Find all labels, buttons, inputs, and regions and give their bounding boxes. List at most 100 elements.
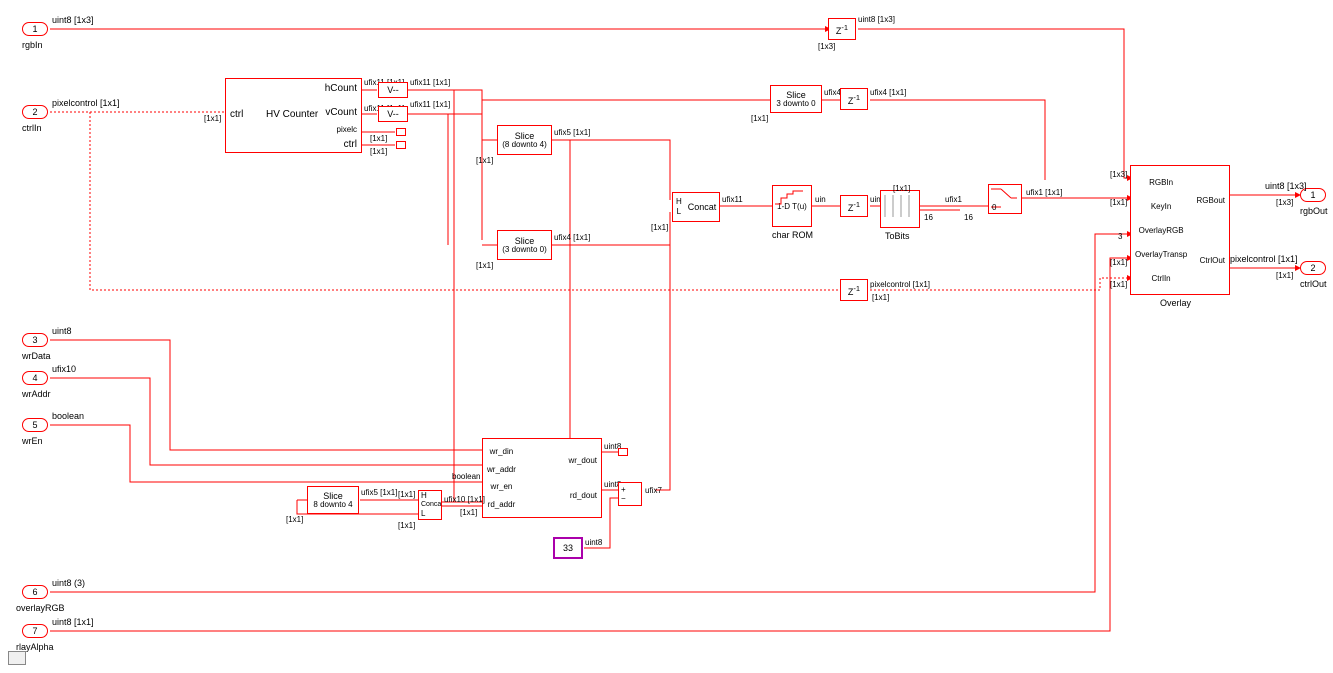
port-label: wrEn bbox=[22, 436, 43, 446]
concat-h: H bbox=[421, 491, 427, 501]
tobits-icon bbox=[881, 191, 917, 221]
delay-text: Z-1 bbox=[848, 284, 860, 297]
sig-label: ufix1 bbox=[945, 195, 962, 204]
sig-label: [1x1] bbox=[1110, 258, 1127, 267]
terminator-2 bbox=[396, 141, 406, 149]
port-label: wrAddr bbox=[22, 389, 51, 399]
sig-label: ufix5 [1x1] bbox=[554, 128, 590, 137]
dim-label: [1x1] bbox=[872, 293, 889, 302]
port-overlayrgb[interactable]: 6 bbox=[22, 585, 48, 599]
sig-label: uint8 bbox=[585, 538, 602, 547]
port-label: rgbOut bbox=[1300, 206, 1328, 216]
sig-label: ufix10 [1x1] bbox=[444, 495, 485, 504]
sig-label: ufix7 bbox=[645, 486, 662, 495]
port-overlayalpha[interactable]: 7 bbox=[22, 624, 48, 638]
terminator-3 bbox=[618, 448, 628, 456]
hv-counter-block[interactable]: ctrl HV Counter hCount vCount pixelc ctr… bbox=[225, 78, 362, 153]
port-num: 4 bbox=[32, 373, 37, 383]
corner-icon bbox=[8, 651, 26, 665]
minus-icon: − bbox=[621, 494, 626, 503]
delay-ctrl[interactable]: Z-1 bbox=[840, 279, 868, 301]
port-label: ctrlOut bbox=[1300, 279, 1327, 289]
sig-label: [1x3] bbox=[1110, 170, 1127, 179]
tobits-label: ToBits bbox=[885, 231, 910, 241]
memory-block[interactable]: wr_din wr_addr wr_en rd_addr wr_dout rd_… bbox=[482, 438, 602, 518]
vsel-label: V-- bbox=[387, 85, 399, 95]
delay-text: Z-1 bbox=[848, 200, 860, 213]
port-label: overlayRGB bbox=[16, 603, 65, 613]
rom-label: char ROM bbox=[772, 230, 813, 240]
sig-label: boolean bbox=[452, 472, 480, 481]
sig-label: [1x1] bbox=[398, 521, 415, 530]
sig-label: ufix11 [1x1] bbox=[410, 78, 450, 87]
port-ctrlout[interactable]: 2 bbox=[1300, 261, 1326, 275]
sig-label: [1x1] bbox=[286, 515, 303, 524]
mem-o2: rd_dout bbox=[569, 491, 597, 500]
slice-3-0[interactable]: Slice (3 downto 0) bbox=[497, 230, 552, 260]
sig-label: ufix4 [1x1] bbox=[870, 88, 906, 97]
mem-p4: rd_addr bbox=[487, 500, 516, 509]
port-num: 5 bbox=[32, 420, 37, 430]
port-num: 1 bbox=[1310, 190, 1315, 200]
sig-label: uint8 [1x3] bbox=[52, 15, 94, 25]
ov-in-4: CtrlIn bbox=[1135, 274, 1187, 283]
dim-label: [1x3] bbox=[1276, 198, 1293, 207]
sig-label: 3 bbox=[1118, 232, 1122, 241]
vsel-label: V-- bbox=[387, 109, 399, 119]
sig-label: ufix11 bbox=[722, 195, 743, 204]
port-num: 3 bbox=[32, 335, 37, 345]
mem-p2: wr_addr bbox=[487, 465, 516, 474]
port-num: 7 bbox=[32, 626, 37, 636]
hv-title: HV Counter bbox=[266, 109, 318, 120]
vsel-1[interactable]: V-- bbox=[378, 82, 408, 98]
rom-top: 1-D T(u) bbox=[777, 202, 807, 211]
vsel-2[interactable]: V-- bbox=[378, 106, 408, 122]
slice-sub: (8 downto 4) bbox=[502, 141, 546, 149]
subtract-block[interactable]: + − bbox=[618, 482, 642, 506]
plus-icon: + bbox=[621, 485, 626, 494]
mem-p1: wr_din bbox=[487, 447, 516, 456]
slice-8-4-b[interactable]: Slice 8 downto 4 bbox=[307, 486, 359, 514]
overlay-block[interactable]: RGBIn KeyIn OverlayRGB OverlayTransp Ctr… bbox=[1130, 165, 1230, 295]
concat-2[interactable]: H Conca L bbox=[418, 490, 442, 520]
dim-label: [1x1] bbox=[460, 508, 477, 517]
hv-out2: vCount bbox=[325, 107, 357, 118]
delay-fix4[interactable]: Z-1 bbox=[840, 88, 868, 110]
port-wrdata[interactable]: 3 bbox=[22, 333, 48, 347]
delay-text: Z-1 bbox=[836, 23, 848, 36]
sig-label: ufix10 bbox=[52, 364, 76, 374]
port-num: 2 bbox=[1310, 263, 1315, 273]
mem-o1: wr_dout bbox=[569, 456, 597, 465]
sig-label: [1x1] bbox=[204, 114, 221, 123]
sig-label: uint8 (3) bbox=[52, 578, 85, 588]
port-wraddr[interactable]: 4 bbox=[22, 371, 48, 385]
sig-label: uint8 bbox=[52, 326, 72, 336]
sig-label: ufix5 [1x1] bbox=[361, 488, 397, 497]
sig-label: pixelcontrol [1x1] bbox=[870, 280, 930, 289]
mem-p3: wr_en bbox=[487, 482, 516, 491]
slice-8-4[interactable]: Slice (8 downto 4) bbox=[497, 125, 552, 155]
sig-label: [1x3] bbox=[818, 42, 835, 51]
concat-h: H bbox=[676, 197, 682, 207]
port-label: wrData bbox=[22, 351, 51, 361]
tobits-block[interactable] bbox=[880, 190, 920, 228]
hv-out3: pixelc bbox=[337, 125, 357, 134]
sig-label: ufix11 [1x1] bbox=[410, 100, 450, 109]
const-33[interactable]: 33 bbox=[553, 537, 583, 559]
port-ctrlin[interactable]: 2 bbox=[22, 105, 48, 119]
switch-block[interactable]: 0 bbox=[988, 184, 1022, 214]
ov-out-0: RGBout bbox=[1197, 196, 1225, 205]
slice-3-0-b[interactable]: Slice 3 downto 0 bbox=[770, 85, 822, 113]
sig-label: [1x1] bbox=[751, 114, 768, 123]
wire-layer bbox=[0, 0, 1333, 673]
port-rgbin[interactable]: 1 bbox=[22, 22, 48, 36]
sig-label: uin bbox=[815, 195, 826, 204]
delay-rgb[interactable]: Z-1 bbox=[828, 18, 856, 40]
sig-label: pixelcontrol [1x1] bbox=[1230, 254, 1298, 264]
slice-sub: 8 downto 4 bbox=[313, 501, 352, 509]
port-wren[interactable]: 5 bbox=[22, 418, 48, 432]
concat-block[interactable]: H L Concat bbox=[672, 192, 720, 222]
char-rom-block[interactable]: 1-D T(u) bbox=[772, 185, 812, 227]
delay-rom[interactable]: Z-1 bbox=[840, 195, 868, 217]
slice-sub: (3 downto 0) bbox=[502, 246, 546, 254]
